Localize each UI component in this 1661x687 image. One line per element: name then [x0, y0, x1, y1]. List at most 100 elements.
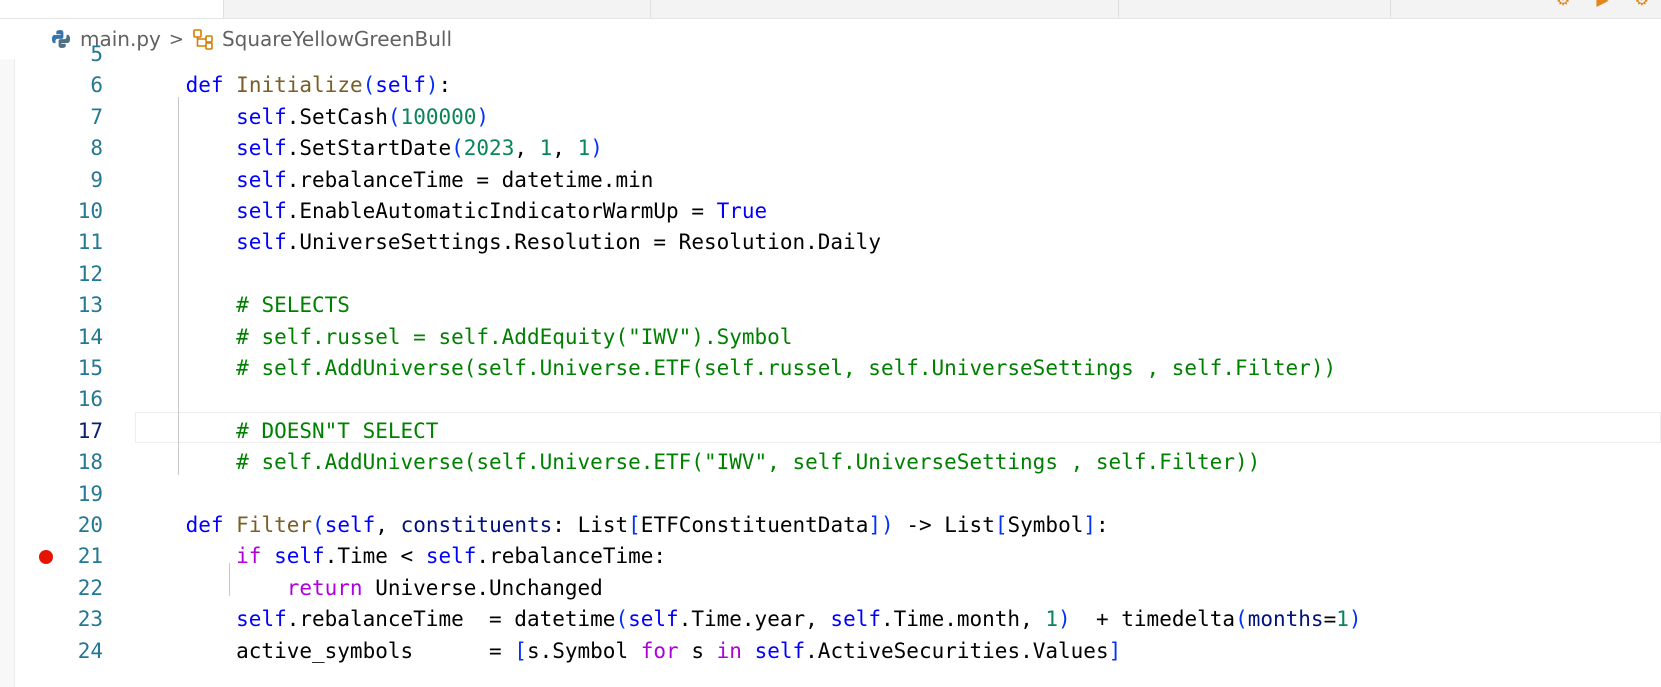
code-token: ,	[552, 136, 578, 161]
breakpoint-icon[interactable]	[39, 549, 53, 564]
code-token: 2023	[463, 136, 515, 161]
line-number: 13	[77, 293, 103, 318]
code-token: self	[830, 607, 881, 632]
code-line[interactable]: # SELECTS	[135, 289, 350, 322]
code-token: + timedelta	[1070, 607, 1236, 632]
code-token: True	[716, 199, 768, 223]
code-token: Symbol	[1007, 513, 1084, 537]
code-line[interactable]: def Initialize(self):	[135, 69, 452, 102]
code-token: s	[678, 638, 717, 663]
code-token: self	[236, 167, 287, 192]
breadcrumb-class[interactable]: SquareYellowGreenBull	[222, 27, 452, 51]
code-token: 1	[1336, 607, 1349, 632]
code-token: return	[286, 575, 363, 600]
code-line[interactable]: self.EnableAutomaticIndicatorWarmUp = Tr…	[135, 195, 767, 228]
tab-separator	[223, 0, 224, 18]
code-line[interactable]: # self.AddUniverse(self.Universe.ETF("IW…	[135, 446, 1260, 479]
chevron-right-icon: >	[168, 28, 184, 50]
code-token: (	[1235, 607, 1248, 632]
code-token: if	[236, 544, 262, 569]
code-token: ]	[868, 513, 882, 537]
code-editor[interactable]: def Initialize(self): self.SetCash(10000…	[135, 59, 1661, 687]
breadcrumb: main.py > SquareYellowGreenBull	[0, 19, 1661, 59]
tab-separator	[650, 0, 651, 18]
code-token: constituents	[400, 513, 553, 537]
code-token: self	[274, 544, 325, 569]
code-token: self	[425, 544, 477, 569]
line-number-gutter[interactable]: 5 6 7 8 9 10 11 12 13 14 15 16 17 18 19 20 21 22 23 24	[15, 42, 135, 687]
code-token: :	[1096, 513, 1109, 537]
code-token: -> List	[893, 513, 995, 537]
code-token: .ActiveSecurities.Values	[805, 638, 1109, 663]
line-number: 8	[90, 136, 103, 161]
code-token: months	[1247, 607, 1324, 632]
code-line[interactable]: active_symbols = [s.Symbol for s in self…	[135, 635, 1121, 668]
code-line[interactable]: self.rebalanceTime = datetime.min	[135, 164, 653, 197]
code-token: (	[312, 513, 325, 537]
code-token: self	[236, 136, 287, 161]
code-token: def	[185, 513, 224, 537]
code-token: ,	[375, 513, 401, 537]
run-icon[interactable]: ▶	[1596, 0, 1608, 9]
code-line[interactable]: return Universe.Unchanged	[135, 572, 603, 605]
code-token: self	[628, 607, 679, 632]
code-token: )	[476, 104, 490, 129]
code-token: self	[236, 104, 287, 129]
code-line[interactable]: # self.russel = self.AddEquity("IWV").Sy…	[135, 321, 792, 354]
code-line[interactable]: self.rebalanceTime = datetime(self.Time.…	[135, 603, 1362, 636]
debug-icon[interactable]: ⚙	[1556, 0, 1570, 9]
tab-bar: ⚙ ▶ ⚙	[0, 0, 1661, 19]
code-token: 1	[539, 136, 553, 161]
line-number: 5	[90, 42, 103, 66]
line-number: 16	[77, 387, 103, 412]
code-token: .SetCash	[286, 104, 388, 129]
tab-main-py[interactable]	[0, 0, 223, 18]
code-token: : List	[552, 513, 629, 537]
line-number: 18	[77, 450, 103, 475]
code-line[interactable]: # DOESN"T SELECT	[135, 415, 438, 448]
code-token: # self.AddUniverse(self.Universe.ETF("IW…	[236, 450, 1261, 475]
code-token: .rebalanceTime:	[476, 544, 667, 569]
code-token: # self.AddUniverse(self.Universe.ETF(sel…	[236, 356, 1337, 380]
line-number: 10	[77, 199, 103, 223]
code-token: .Time.month,	[881, 607, 1046, 632]
code-token: # SELECTS	[236, 293, 350, 318]
code-line[interactable]: self.UniverseSettings.Resolution = Resol…	[135, 226, 881, 259]
code-token: .EnableAutomaticIndicatorWarmUp =	[286, 199, 717, 223]
code-token: )	[1058, 607, 1071, 632]
code-token: s.Symbol	[526, 638, 641, 663]
code-token: (	[362, 73, 376, 98]
code-token: )	[590, 136, 603, 161]
code-token: )	[1348, 607, 1362, 632]
code-token: # self.russel = self.AddEquity("IWV").Sy…	[236, 324, 793, 349]
line-number: 24	[77, 638, 103, 663]
code-token: Initialize	[236, 73, 363, 98]
settings-icon[interactable]: ⚙	[1635, 0, 1649, 9]
line-number: 11	[77, 230, 103, 255]
code-line[interactable]: if self.Time < self.rebalanceTime:	[135, 540, 666, 573]
editor-actions: ⚙ ▶ ⚙	[1556, 0, 1661, 9]
code-line[interactable]: self.SetStartDate(2023, 1, 1)	[135, 132, 603, 165]
tab-separator	[1390, 0, 1391, 18]
code-line[interactable]: self.SetCash(100000)	[135, 101, 489, 134]
code-line[interactable]: # self.AddUniverse(self.Universe.ETF(sel…	[135, 352, 1336, 385]
code-token: [	[514, 638, 527, 663]
code-line[interactable]: def Filter(self, constituents: List[ETFC…	[135, 509, 1109, 542]
code-token: self	[375, 73, 426, 98]
code-token: .Time.year,	[678, 607, 831, 632]
line-number: 12	[77, 261, 103, 286]
code-token: )	[881, 513, 894, 537]
